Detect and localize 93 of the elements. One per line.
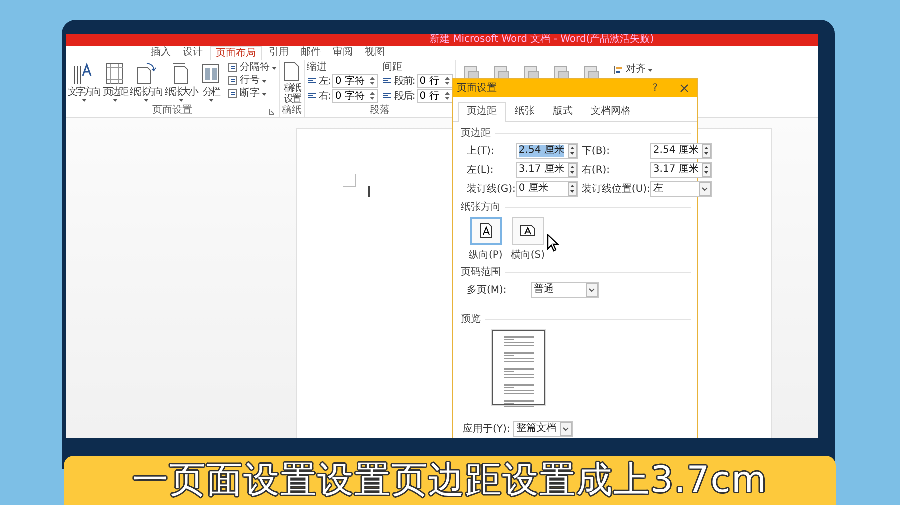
spin-field[interactable]: 0 行: [416, 74, 453, 88]
help-button[interactable]: ?: [652, 82, 658, 94]
field-label: 段后:: [394, 90, 415, 103]
caret-icon: [262, 92, 267, 96]
spacing-icon: [382, 77, 392, 85]
field-label: 应用于(Y):: [463, 422, 510, 436]
field-label: 右(R):: [582, 164, 610, 177]
caret-icon: [112, 99, 118, 102]
ribbon-button[interactable]: 对齐: [614, 64, 653, 76]
ribbon-button[interactable]: 页边距: [103, 62, 127, 105]
ribbon-tab[interactable]: 设计: [178, 46, 208, 60]
spin-field[interactable]: 2.54 厘米: [650, 143, 712, 159]
spinner-icon: [702, 163, 712, 177]
spinner-icon: [568, 163, 577, 177]
caret-icon: [272, 66, 277, 70]
dialog-launcher-icon: [269, 109, 275, 115]
portrait-page-icon: [478, 223, 494, 239]
ribbon-button[interactable]: 断字: [228, 88, 277, 100]
section-heading: 间距: [382, 62, 404, 73]
chevron-down-icon: [586, 283, 598, 297]
ribbon-tab[interactable]: 审阅: [328, 46, 358, 60]
ribbon-button[interactable]: 分栏: [200, 62, 222, 105]
caret-icon: [208, 99, 214, 102]
ribbon-tab[interactable]: 视图: [360, 46, 390, 60]
group-label: 页面设置: [152, 105, 192, 117]
mouse-pointer-icon: [547, 234, 559, 252]
section-heading: 纸张方向: [461, 200, 501, 214]
caret-icon: [648, 68, 653, 72]
spin-field[interactable]: 3.17 厘米: [650, 162, 712, 178]
group-label: 稿纸: [282, 105, 302, 117]
indent-icon: [307, 92, 317, 100]
dropdown-field[interactable]: 普通: [531, 282, 599, 298]
close-icon: [680, 84, 689, 92]
spin-field[interactable]: 0 字符: [332, 74, 378, 88]
ribbon-tab[interactable]: 页面布局: [210, 46, 262, 60]
field-label: 装订线位置(U):: [582, 182, 650, 196]
orientation-button[interactable]: [470, 217, 502, 245]
spinner-icon: [444, 77, 450, 85]
text-caret: [368, 186, 370, 197]
align-icon: [614, 65, 624, 75]
caret-icon: [144, 99, 148, 102]
spinner-icon: [568, 144, 577, 158]
section-heading: 页边距: [461, 126, 491, 140]
field-label: 段前:: [394, 75, 415, 88]
option-label: 横向(S): [510, 248, 545, 262]
spinner-icon: [370, 77, 376, 85]
caret-icon: [178, 99, 184, 102]
section-heading: 页码范围: [461, 266, 501, 279]
field-label: 下(B):: [582, 145, 610, 158]
ribbon-tab[interactable]: 邮件: [296, 46, 326, 60]
ribbon-button[interactable]: 稿纸设置: [282, 62, 302, 105]
ribbon-button[interactable]: 分隔符: [228, 62, 277, 74]
spin-field[interactable]: 3.17 厘米: [516, 162, 578, 178]
ribbon-button[interactable]: 纸张方向: [130, 62, 162, 105]
ribbon-button[interactable]: 行号: [228, 75, 277, 87]
caret-icon: [82, 99, 86, 102]
group-label: 段落: [370, 105, 390, 117]
dialog-title: 页面设置: [457, 82, 498, 95]
dialog-tab[interactable]: 版式: [544, 102, 582, 121]
section-heading: 缩进: [307, 62, 328, 73]
spinner-icon: [702, 144, 712, 158]
orientation-button[interactable]: [512, 217, 544, 245]
dialog-tab[interactable]: 纸张: [506, 102, 544, 121]
spin-field[interactable]: 0 厘米: [516, 181, 578, 197]
ribbon-tab[interactable]: 插入: [146, 46, 176, 60]
ribbon-button[interactable]: 纸张大小: [165, 62, 197, 105]
field-label: 左(L):: [467, 164, 494, 177]
chevron-down-icon: [699, 182, 712, 196]
spinner-icon: [444, 92, 450, 100]
section-heading: 预览: [461, 313, 481, 326]
field-label: 左:: [319, 75, 330, 88]
spin-field[interactable]: 2.54 厘米: [516, 143, 578, 159]
spinner-icon: [568, 182, 577, 196]
indent-icon: [307, 77, 317, 85]
landscape-page-icon: [520, 223, 536, 239]
dialog-tab[interactable]: 页边距: [458, 102, 506, 122]
option-label: 纵向(P): [469, 249, 503, 262]
field-label: 多页(M):: [467, 284, 508, 297]
field-label: 上(T):: [467, 144, 494, 158]
margin-corner-mark: [343, 174, 356, 187]
ribbon-button[interactable]: 文字方向: [68, 62, 100, 105]
caption-text: 一页面设置设置页边距设置成上3.7cm: [132, 460, 768, 502]
field-label: 右:: [319, 90, 330, 103]
field-label: 装订线(G):: [467, 182, 516, 196]
spin-field[interactable]: 0 字符: [332, 89, 378, 103]
caret-icon: [262, 80, 267, 82]
dialog-tab[interactable]: 文档网格: [582, 102, 640, 121]
dropdown-field[interactable]: 整篇文档: [513, 421, 574, 437]
ribbon-tab[interactable]: 引用: [264, 46, 294, 60]
dropdown-field[interactable]: 左: [650, 181, 712, 197]
spinner-icon: [370, 92, 376, 100]
spin-field[interactable]: 0 行: [416, 89, 453, 103]
spacing-icon: [382, 92, 392, 100]
